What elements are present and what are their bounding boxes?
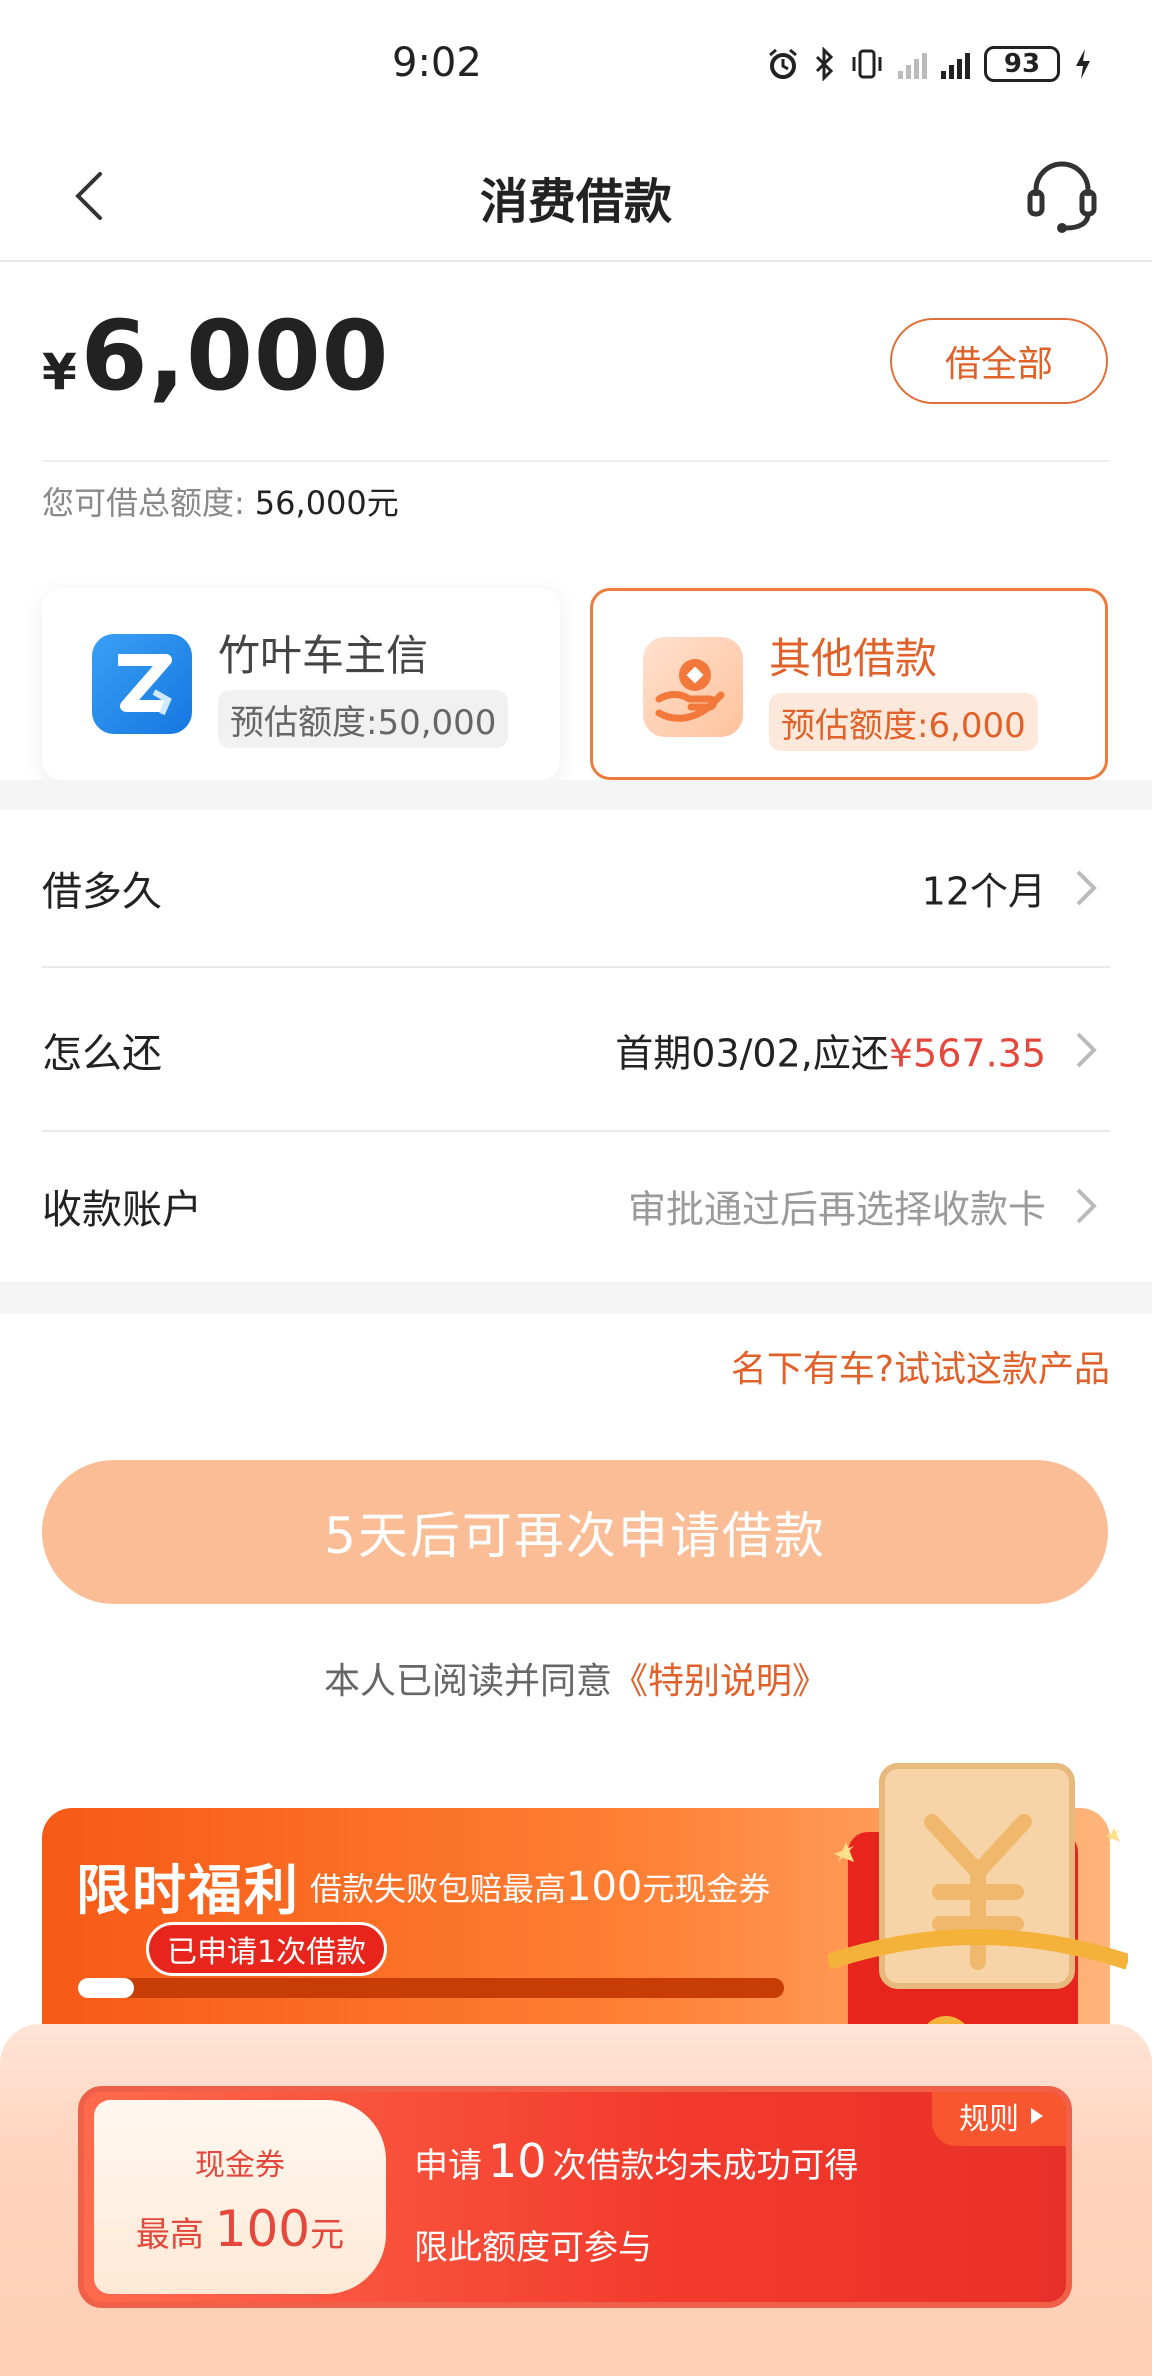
apply-loan-button[interactable]: 5天后可再次申请借款: [42, 1460, 1108, 1604]
coupon-rules-label: 规则: [959, 2102, 1019, 2137]
status-time: 9:02: [392, 40, 482, 86]
coupon-condition: 申请 10 次借款均未成功可得: [414, 2134, 859, 2188]
product-card-other[interactable]: 其他借款 预估额度:6,000: [590, 588, 1108, 780]
special-notice-link[interactable]: 《特别说明》: [612, 1661, 828, 1702]
play-triangle-icon: [1031, 2108, 1043, 2124]
account-label: 收款账户: [42, 1187, 202, 1233]
product-limit: 预估额度:6,000: [769, 693, 1038, 751]
amount-value[interactable]: 6,000: [81, 300, 390, 412]
repay-value: 首期03/02,应还¥567.35: [615, 1023, 1046, 1078]
page-title: 消费借款: [479, 174, 672, 230]
benefit-title: 限时福利: [76, 1859, 300, 1922]
total-limit-value: 56,000元: [254, 484, 399, 522]
alarm-icon: [769, 48, 797, 79]
benefit-subtitle: 借款失败包赔最高100元现金券: [310, 1864, 770, 1910]
chevron-right-icon: [1076, 1188, 1097, 1224]
agreement-text: 本人已阅读并同意《特别说明》: [0, 1652, 1152, 1704]
benefit-progress-bar: [78, 1978, 784, 1998]
benefit-subtitle-amount: 100: [566, 1864, 643, 1910]
coupon-rules-button[interactable]: 规则: [932, 2092, 1066, 2146]
product-name: 其他借款: [769, 634, 938, 683]
repay-first-period: 首期03/02,应还: [615, 1031, 889, 1076]
agreement-prefix: 本人已阅读并同意: [323, 1661, 612, 1702]
page: 9:02 93 消费借款 ¥ 6,000 借全部 您可借总额度: 56,000元 …: [0, 0, 1152, 2376]
coupon-condition-prefix: 申请: [414, 2146, 482, 2186]
borrow-all-button[interactable]: 借全部: [890, 318, 1108, 404]
account-row[interactable]: 收款账户 审批通过后再选择收款卡: [42, 1126, 1110, 1286]
coupon-value-stub: 现金券 最高 100元: [94, 2100, 386, 2294]
coupon-max: 最高 100元: [94, 2200, 386, 2258]
term-label: 借多久: [42, 869, 162, 915]
section-separator: [0, 780, 1152, 810]
charging-icon: [1076, 49, 1090, 79]
total-limit: 您可借总额度: 56,000元: [42, 478, 399, 524]
section-separator: [0, 1282, 1152, 1314]
account-value: 审批通过后再选择收款卡: [627, 1187, 1046, 1232]
coupon-max-unit: 元: [310, 2215, 345, 2255]
term-value: 12个月: [921, 869, 1046, 914]
red-envelope-icon: [828, 1763, 1128, 2062]
repay-label: 怎么还: [42, 1031, 162, 1077]
product-name: 竹叶车主信: [218, 631, 429, 680]
repay-row[interactable]: 怎么还 首期03/02,应还¥567.35: [42, 970, 1110, 1130]
chevron-right-icon: [1076, 1032, 1097, 1068]
currency-symbol: ¥: [42, 343, 77, 401]
coupon-label: 现金券: [195, 2148, 285, 2183]
signal-5g-icon: [941, 49, 970, 79]
bluetooth-icon: [815, 47, 834, 81]
coupon-max-amount: 100: [214, 2200, 311, 2258]
cash-coupon-card[interactable]: 现金券 最高 100元 申请 10 次借款均未成功可得 限此额度可参与 规则: [78, 2086, 1072, 2308]
z-app-icon: [92, 634, 192, 734]
signal-sim1-icon: [898, 49, 927, 79]
benefit-subtitle-suffix: 元现金券: [642, 1870, 771, 1908]
divider: [42, 460, 1110, 462]
nav-bar: 消费借款: [0, 130, 1152, 262]
customer-service-icon[interactable]: [1024, 156, 1100, 236]
status-icons: 93: [766, 46, 1092, 82]
status-bar: 9:02 93: [0, 0, 1152, 130]
battery-indicator: 93: [984, 46, 1060, 82]
repay-amount: ¥567.35: [888, 1031, 1046, 1076]
coupon-condition-count: 10: [488, 2134, 547, 2188]
divider: [42, 966, 1110, 968]
product-limit: 预估额度:50,000: [218, 690, 509, 748]
hand-coin-icon: [643, 637, 743, 737]
term-row[interactable]: 借多久 12个月: [42, 808, 1110, 968]
benefit-subtitle-prefix: 借款失败包赔最高: [310, 1870, 567, 1908]
vibrate-icon: [852, 49, 882, 79]
chevron-right-icon: [1076, 870, 1097, 906]
coupon-max-prefix: 最高: [135, 2215, 204, 2255]
loan-amount[interactable]: ¥ 6,000: [42, 300, 389, 412]
benefit-applied-tag: 已申请1次借款: [146, 1922, 388, 1976]
product-card-zhuye[interactable]: 竹叶车主信 预估额度:50,000: [42, 588, 560, 780]
coupon-scope: 限此额度可参与: [414, 2228, 652, 2268]
total-limit-label: 您可借总额度:: [42, 484, 245, 522]
car-owner-promo-link[interactable]: 名下有车?试试这款产品: [731, 1340, 1110, 1392]
coupon-condition-suffix: 次借款均未成功可得: [552, 2146, 859, 2186]
benefit-progress-fill: [78, 1978, 135, 1998]
